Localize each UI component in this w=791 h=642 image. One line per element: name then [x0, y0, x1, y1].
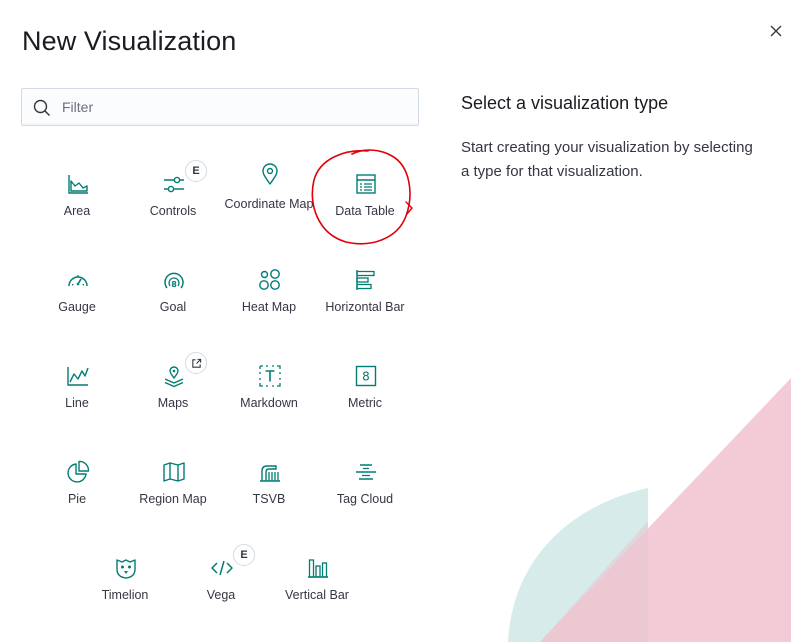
- vis-type-label: Tag Cloud: [336, 492, 394, 506]
- vertical-bar-icon: [308, 559, 328, 578]
- vis-type-goal[interactable]: 8 Goal: [125, 252, 221, 348]
- vis-type-line[interactable]: Line: [29, 348, 125, 444]
- gauge-icon: [68, 275, 88, 287]
- svg-text:8: 8: [362, 370, 370, 384]
- pie-chart-icon: [67, 460, 90, 483]
- vis-type-label: Timelion: [101, 588, 149, 602]
- vis-type-label: Markdown: [240, 396, 298, 410]
- table-icon: [356, 174, 376, 194]
- svg-text:8: 8: [171, 280, 177, 289]
- vis-type-label: Controls: [149, 204, 197, 218]
- line-chart-icon: [67, 367, 89, 386]
- vis-type-label: Vertical Bar: [285, 588, 349, 602]
- vis-type-label: Vega: [206, 588, 236, 602]
- close-button[interactable]: [767, 22, 785, 40]
- region-map-icon: [163, 462, 185, 482]
- tsvb-icon: [260, 465, 280, 482]
- vis-type-label: TSVB: [252, 492, 286, 506]
- vis-type-vertical-bar[interactable]: Vertical Bar: [269, 540, 365, 636]
- vis-type-maps[interactable]: Maps: [125, 348, 221, 444]
- vega-icon: [211, 560, 233, 576]
- external-link-icon: [191, 358, 201, 368]
- area-chart-icon: [68, 175, 88, 194]
- vis-type-label: Goal: [159, 300, 187, 314]
- vis-type-label: Line: [65, 396, 89, 410]
- vis-type-label: Area: [63, 204, 91, 218]
- side-panel-description: Start creating your visualization by sel…: [461, 139, 753, 180]
- vis-type-label: Region Map: [139, 492, 207, 506]
- vis-type-label: Data Table: [335, 204, 395, 218]
- visualization-type-grid: Area E Controls Coordinate Map Data Tabl…: [0, 0, 440, 642]
- vis-type-area[interactable]: Area: [29, 156, 125, 252]
- side-panel-title: Select a visualization type: [461, 93, 669, 113]
- vis-type-label: Gauge: [58, 300, 96, 314]
- goal-icon: 8: [164, 272, 184, 289]
- vis-type-vega[interactable]: E Vega: [173, 540, 269, 636]
- vis-type-horizontal-bar[interactable]: Horizontal Bar: [317, 252, 413, 348]
- vis-type-label: Metric: [347, 396, 383, 410]
- vis-type-tag-cloud[interactable]: Tag Cloud: [317, 444, 413, 540]
- vis-type-label: Horizontal Bar: [325, 300, 405, 314]
- tag-cloud-icon: [356, 464, 376, 480]
- vis-type-heat-map[interactable]: Heat Map: [221, 252, 317, 348]
- maps-icon: [164, 366, 184, 388]
- timelion-icon: [116, 559, 136, 579]
- experimental-badge: E: [233, 544, 255, 566]
- vis-type-gauge[interactable]: Gauge: [29, 252, 125, 348]
- vis-type-label: Pie: [67, 492, 87, 506]
- external-link-badge: [185, 352, 207, 374]
- map-marker-icon: [262, 163, 278, 185]
- heatmap-icon: [259, 269, 280, 290]
- vis-type-data-table[interactable]: Data Table: [317, 156, 413, 252]
- vis-type-timelion[interactable]: Timelion: [77, 540, 173, 636]
- experimental-badge: E: [185, 160, 207, 182]
- controls-icon: [164, 176, 184, 193]
- vis-type-coordinate-map[interactable]: Coordinate Map: [221, 156, 317, 252]
- vis-type-label: Maps: [157, 396, 189, 410]
- close-icon: [770, 25, 782, 37]
- vis-type-label: Coordinate Map: [224, 197, 314, 211]
- metric-icon: 8: [355, 365, 377, 387]
- vis-type-label: Heat Map: [241, 300, 297, 314]
- vis-type-tsvb[interactable]: TSVB: [221, 444, 317, 540]
- vis-type-controls[interactable]: E Controls: [125, 156, 221, 252]
- markdown-icon: [259, 365, 281, 387]
- vis-type-pie[interactable]: Pie: [29, 444, 125, 540]
- vis-type-markdown[interactable]: Markdown: [221, 348, 317, 444]
- horizontal-bar-icon: [356, 270, 375, 290]
- vis-type-region-map[interactable]: Region Map: [125, 444, 221, 540]
- vis-type-metric[interactable]: 8 Metric: [317, 348, 413, 444]
